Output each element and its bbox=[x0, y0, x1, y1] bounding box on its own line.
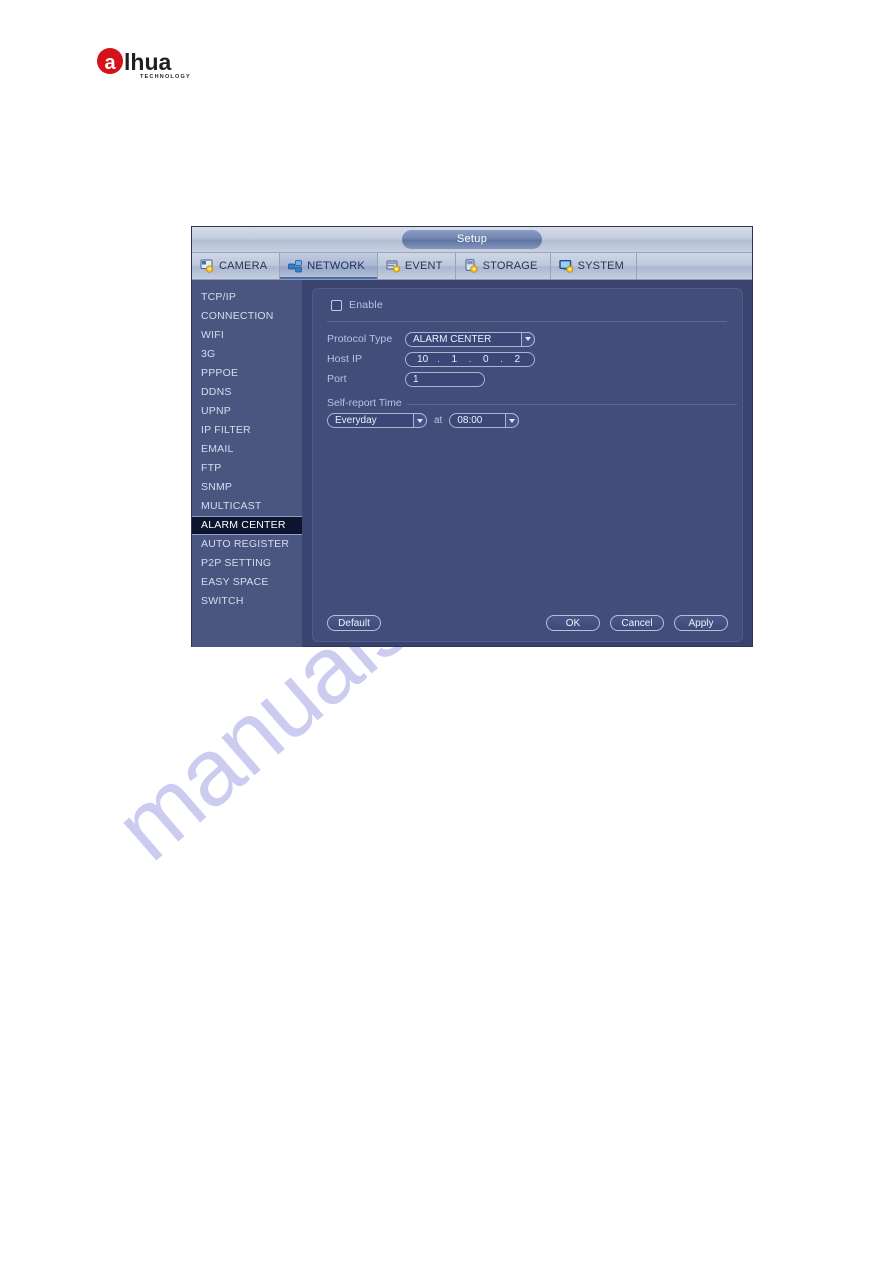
tab-event[interactable]: EVENT bbox=[378, 253, 456, 279]
tab-camera-label: CAMERA bbox=[219, 260, 268, 272]
network-icon bbox=[288, 259, 303, 273]
enable-label: Enable bbox=[349, 299, 383, 311]
logo-wordmark: lhua bbox=[124, 49, 171, 75]
sidebar-item-ftp[interactable]: FTP bbox=[192, 459, 302, 478]
cancel-button[interactable]: Cancel bbox=[610, 615, 664, 631]
sidebar-item-wifi[interactable]: WIFI bbox=[192, 326, 302, 345]
schedule-time-value: 08:00 bbox=[457, 415, 483, 426]
camera-gear-icon bbox=[200, 259, 215, 273]
sidebar-item-connection[interactable]: CONNECTION bbox=[192, 307, 302, 326]
network-sidebar: TCP/IP CONNECTION WIFI 3G PPPOE DDNS UPN… bbox=[192, 280, 303, 647]
sidebar-item-easy-space[interactable]: EASY SPACE bbox=[192, 573, 302, 592]
system-gear-icon bbox=[558, 259, 574, 273]
protocol-type-label: Protocol Type bbox=[327, 333, 393, 345]
sidebar-item-snmp[interactable]: SNMP bbox=[192, 478, 302, 497]
schedule-row: Everyday at 08:00 bbox=[327, 413, 737, 428]
dialog-title: Setup bbox=[402, 230, 542, 249]
host-ip-input[interactable]: 10 . 1 . 0 . 2 bbox=[405, 351, 535, 367]
enable-checkbox[interactable] bbox=[331, 299, 342, 311]
sidebar-item-multicast[interactable]: MULTICAST bbox=[192, 497, 302, 516]
tab-event-label: EVENT bbox=[404, 260, 443, 272]
dialog-footer: Default OK Cancel Apply bbox=[313, 615, 742, 631]
sidebar-item-upnp[interactable]: UPNP bbox=[192, 402, 302, 421]
port-label: Port bbox=[327, 373, 347, 385]
port-row: Port 1 bbox=[327, 369, 737, 389]
sidebar-item-3g[interactable]: 3G bbox=[192, 345, 302, 364]
alarm-center-panel: Enable Protocol Type ALARM CENTER Host I… bbox=[312, 288, 743, 642]
event-gear-icon bbox=[386, 259, 401, 273]
self-report-time-section: Self-report Time bbox=[327, 393, 737, 409]
protocol-type-select[interactable]: ALARM CENTER bbox=[405, 331, 535, 347]
self-report-time-label: Self-report Time bbox=[327, 397, 407, 409]
port-value: 1 bbox=[413, 373, 419, 385]
tab-storage[interactable]: STORAGE bbox=[456, 253, 551, 279]
sidebar-item-tcpip[interactable]: TCP/IP bbox=[192, 288, 302, 307]
at-label: at bbox=[434, 415, 443, 426]
ok-button[interactable]: OK bbox=[546, 615, 600, 631]
host-ip-octet-4[interactable]: 2 bbox=[510, 354, 524, 365]
sidebar-item-pppoe[interactable]: PPPOE bbox=[192, 364, 302, 383]
chevron-down-icon[interactable] bbox=[521, 331, 535, 347]
tab-storage-label: STORAGE bbox=[482, 260, 538, 272]
chevron-down-icon[interactable] bbox=[413, 413, 427, 428]
port-input[interactable]: 1 bbox=[405, 371, 485, 387]
host-ip-octet-2[interactable]: 1 bbox=[447, 354, 461, 365]
apply-button[interactable]: Apply bbox=[674, 615, 728, 631]
schedule-day-value: Everyday bbox=[335, 415, 377, 426]
tab-system[interactable]: SYSTEM bbox=[551, 253, 638, 279]
logo-mark-letter: a bbox=[104, 52, 116, 74]
sidebar-item-p2p-setting[interactable]: P2P SETTING bbox=[192, 554, 302, 573]
sidebar-item-email[interactable]: EMAIL bbox=[192, 440, 302, 459]
footer-action-group: OK Cancel Apply bbox=[546, 615, 728, 631]
sidebar-item-ip-filter[interactable]: IP FILTER bbox=[192, 421, 302, 440]
schedule-time-select[interactable]: 08:00 bbox=[449, 413, 520, 428]
setup-dialog: Setup CAMERA NETWORK EVENT STORAGE SYSTE… bbox=[192, 227, 752, 647]
sidebar-item-auto-register[interactable]: AUTO REGISTER bbox=[192, 535, 302, 554]
dahua-logo-svg: a lhua TECHNOLOGY bbox=[97, 48, 191, 80]
sidebar-item-ddns[interactable]: DDNS bbox=[192, 383, 302, 402]
protocol-type-value: ALARM CENTER bbox=[413, 333, 492, 345]
dahua-logo: a lhua TECHNOLOGY bbox=[96, 46, 208, 82]
host-ip-label: Host IP bbox=[327, 353, 363, 365]
tab-bar: CAMERA NETWORK EVENT STORAGE SYSTEM bbox=[192, 253, 752, 280]
dialog-title-bar: Setup bbox=[192, 227, 752, 253]
dialog-body: TCP/IP CONNECTION WIFI 3G PPPOE DDNS UPN… bbox=[192, 280, 752, 647]
alarm-center-form: Protocol Type ALARM CENTER Host IP 10 . … bbox=[327, 329, 737, 428]
chevron-down-icon[interactable] bbox=[505, 413, 520, 428]
tab-network-label: NETWORK bbox=[307, 260, 365, 272]
protocol-type-row: Protocol Type ALARM CENTER bbox=[327, 329, 737, 349]
storage-gear-icon bbox=[464, 259, 479, 273]
sidebar-item-switch[interactable]: SWITCH bbox=[192, 592, 302, 611]
ip-dot-3: . bbox=[500, 353, 503, 365]
ip-dot-1: . bbox=[437, 353, 440, 365]
host-ip-octet-1[interactable]: 10 bbox=[416, 354, 430, 365]
sidebar-item-alarm-center[interactable]: ALARM CENTER bbox=[192, 516, 302, 535]
tab-system-label: SYSTEM bbox=[577, 260, 625, 272]
schedule-day-select[interactable]: Everyday bbox=[327, 413, 427, 428]
host-ip-octet-3[interactable]: 0 bbox=[479, 354, 493, 365]
logo-subtext: TECHNOLOGY bbox=[140, 74, 191, 80]
content-area: Enable Protocol Type ALARM CENTER Host I… bbox=[303, 280, 752, 647]
default-button[interactable]: Default bbox=[327, 615, 381, 631]
tab-camera[interactable]: CAMERA bbox=[192, 253, 281, 279]
enable-row[interactable]: Enable bbox=[331, 299, 383, 311]
host-ip-row: Host IP 10 . 1 . 0 . 2 bbox=[327, 349, 737, 369]
tab-network[interactable]: NETWORK bbox=[280, 253, 378, 279]
ip-dot-2: . bbox=[468, 353, 472, 365]
panel-divider-top bbox=[327, 321, 727, 322]
